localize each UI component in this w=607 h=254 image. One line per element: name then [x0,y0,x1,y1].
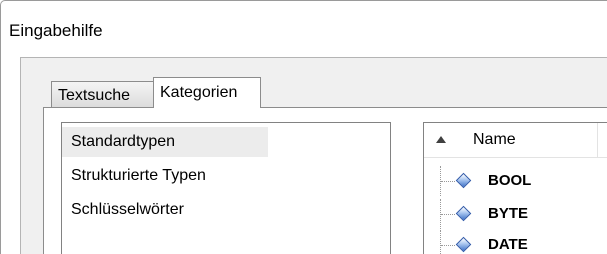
tree-item-label: BYTE [488,205,529,222]
tree-item-byte[interactable]: BYTE [424,199,607,229]
tree-item-label: DATE [488,236,528,253]
type-diamond-icon [455,172,472,189]
category-item-schluesselwoerter[interactable]: Schlüsselwörter [62,195,268,225]
tree-connector [441,214,455,215]
tree-item-bool[interactable]: BOOL [424,166,607,196]
sort-ascending-icon [436,136,446,143]
column-header-name[interactable]: Name [424,123,607,158]
tree-item-label: BOOL [488,172,532,189]
tree-connector [441,181,455,182]
column-header-label: Name [473,131,516,148]
type-diamond-icon [455,236,472,253]
tab-kategorien[interactable]: Kategorien [153,77,261,108]
type-diamond-icon [455,205,472,222]
window-title: Eingabehilfe [9,21,103,40]
tree-connector [440,230,441,254]
tree-item-date[interactable]: DATE [424,230,607,254]
tab-textsuche[interactable]: Textsuche [51,81,154,107]
type-tree-view[interactable]: Name BOOL BYTE DATE [423,122,607,254]
category-list[interactable]: Standardtypen Strukturierte Typen Schlüs… [61,122,391,254]
category-item-strukturierte-typen[interactable]: Strukturierte Typen [62,161,268,191]
tree-connector [441,245,455,246]
column-divider [597,123,598,158]
category-item-standardtypen[interactable]: Standardtypen [62,127,268,157]
